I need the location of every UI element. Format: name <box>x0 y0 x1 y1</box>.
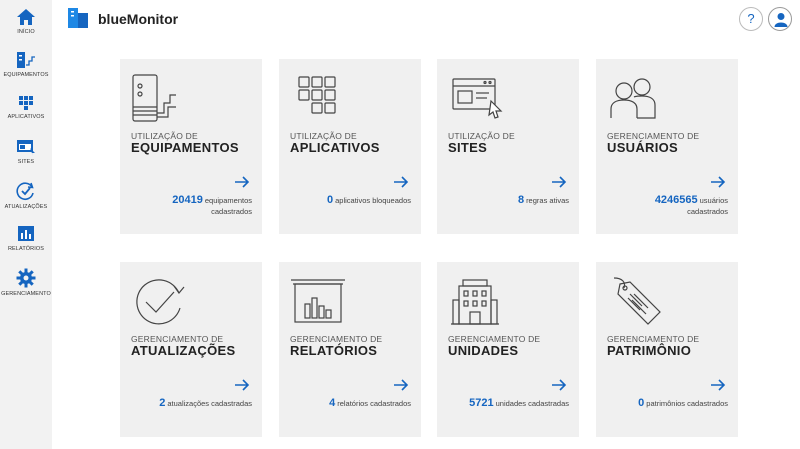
card-patrimonio[interactable]: GERENCIAMENTO DE PATRIMÔNIO 0 patrimônios… <box>596 262 738 437</box>
card-stat: 2 atualizações cadastradas <box>128 398 252 409</box>
app-title: blueMonitor <box>98 11 179 27</box>
users-icon <box>610 78 656 119</box>
sidebar-item-label: APLICATIVOS <box>7 114 45 120</box>
card-title: EQUIPAMENTOS <box>131 140 239 155</box>
sidebar-item-gerenciamento[interactable]: GERENCIAMENTO <box>0 268 52 297</box>
sidebar: INÍCIO EQUIPAMENTOS APLICATIVOS SITES AT… <box>0 0 52 449</box>
arrow-right-icon[interactable] <box>710 174 726 190</box>
building-icon <box>451 279 499 325</box>
card-desc: cadastrados <box>687 207 728 216</box>
card-title: RELATÓRIOS <box>290 343 378 358</box>
home-icon <box>17 9 35 25</box>
card-stat: 5721 unidades cadastradas <box>445 398 569 409</box>
sidebar-item-sites[interactable]: SITES <box>0 138 52 165</box>
sidebar-item-label: EQUIPAMENTOS <box>3 72 49 78</box>
sidebar-item-atualizacoes[interactable]: ATUALIZAÇÕES <box>0 181 52 210</box>
card-title: UNIDADES <box>448 343 519 358</box>
card-count: 0 <box>638 397 645 409</box>
card-count: 4 <box>329 397 336 409</box>
card-count: 0 <box>326 194 334 206</box>
card-stat: 4 relatórios cadastrados <box>287 398 411 409</box>
arrow-right-icon[interactable] <box>551 174 567 190</box>
card-relatorios[interactable]: GERENCIAMENTO DE RELATÓRIOS 4 relatórios … <box>279 262 421 437</box>
equipment-icon <box>17 52 35 68</box>
help-button[interactable]: ? <box>739 7 763 31</box>
sidebar-item-equipamentos[interactable]: EQUIPAMENTOS <box>0 51 52 78</box>
card-atualizacoes[interactable]: GERENCIAMENTO DE ATUALIZAÇÕES 2 atualizaç… <box>120 262 262 437</box>
card-desc: aplicativos bloqueados <box>335 196 411 205</box>
tag-icon <box>613 277 661 325</box>
sidebar-item-inicio[interactable]: INÍCIO <box>0 8 52 35</box>
bluemonitor-logo-icon <box>68 8 88 28</box>
card-stat: 4246565 usuários cadastrados <box>604 195 728 217</box>
arrow-right-icon[interactable] <box>234 174 250 190</box>
card-title: APLICATIVOS <box>290 140 380 155</box>
sidebar-item-label: RELATÓRIOS <box>7 246 45 252</box>
sidebar-item-label: ATUALIZAÇÕES <box>4 204 48 210</box>
card-unidades[interactable]: GERENCIAMENTO DE UNIDADES 5721 unidades c… <box>437 262 579 437</box>
server-icon <box>132 74 176 122</box>
apps-grid-icon <box>19 96 33 110</box>
card-stat: 0 patrimônios cadastrados <box>604 398 728 409</box>
browser-cursor-icon <box>452 78 503 119</box>
card-desc: unidades cadastradas <box>495 399 569 408</box>
card-stat: 0 aplicativos bloqueados <box>287 195 411 206</box>
sidebar-item-label: SITES <box>17 159 35 165</box>
card-equipamentos[interactable]: UTILIZAÇÃO DE EQUIPAMENTOS 20419 equipame… <box>120 59 262 234</box>
refresh-check-icon <box>16 182 34 200</box>
sidebar-item-label: INÍCIO <box>17 29 35 35</box>
card-sites[interactable]: UTILIZAÇÃO DE SITES 8 regras ativas <box>437 59 579 234</box>
user-profile-button[interactable] <box>768 7 792 31</box>
arrow-right-icon[interactable] <box>551 377 567 393</box>
card-title: USUÁRIOS <box>607 140 679 155</box>
refresh-check-icon <box>136 279 185 325</box>
user-icon <box>774 13 788 27</box>
card-title: PATRIMÔNIO <box>607 343 692 358</box>
card-count: 4246565 <box>654 194 698 206</box>
card-title: SITES <box>448 140 488 155</box>
card-count: 8 <box>517 194 525 206</box>
card-aplicativos[interactable]: UTILIZAÇÃO DE APLICATIVOS 0 aplicativos b… <box>279 59 421 234</box>
gear-icon <box>16 268 36 288</box>
arrow-right-icon[interactable] <box>234 377 250 393</box>
bar-chart-icon <box>18 226 34 241</box>
sidebar-item-aplicativos[interactable]: APLICATIVOS <box>0 95 52 120</box>
card-desc: regras ativas <box>526 196 569 205</box>
card-usuarios[interactable]: GERENCIAMENTO DE USUÁRIOS 4246565 usuário… <box>596 59 738 234</box>
card-desc: patrimônios cadastrados <box>646 399 728 408</box>
card-stat: 8 regras ativas <box>445 195 569 206</box>
browser-window-icon <box>17 140 35 156</box>
card-count: 5721 <box>469 397 494 409</box>
card-count: 20419 <box>172 194 203 206</box>
card-desc: cadastrados <box>211 207 252 216</box>
apps-grid-icon <box>298 76 336 114</box>
card-desc: equipamentos <box>204 196 252 205</box>
arrow-right-icon[interactable] <box>710 377 726 393</box>
card-stat: 20419 equipamentos cadastrados <box>128 195 252 217</box>
arrow-right-icon[interactable] <box>393 174 409 190</box>
card-count: 2 <box>159 397 166 409</box>
arrow-right-icon[interactable] <box>393 377 409 393</box>
sidebar-item-relatorios[interactable]: RELATÓRIOS <box>0 225 52 252</box>
card-title: ATUALIZAÇÕES <box>131 343 236 358</box>
report-chart-icon <box>291 279 345 323</box>
card-desc: relatórios cadastrados <box>337 399 411 408</box>
card-desc: usuários <box>699 196 728 205</box>
sidebar-item-label: GERENCIAMENTO <box>1 291 51 297</box>
card-desc: atualizações cadastradas <box>167 399 252 408</box>
